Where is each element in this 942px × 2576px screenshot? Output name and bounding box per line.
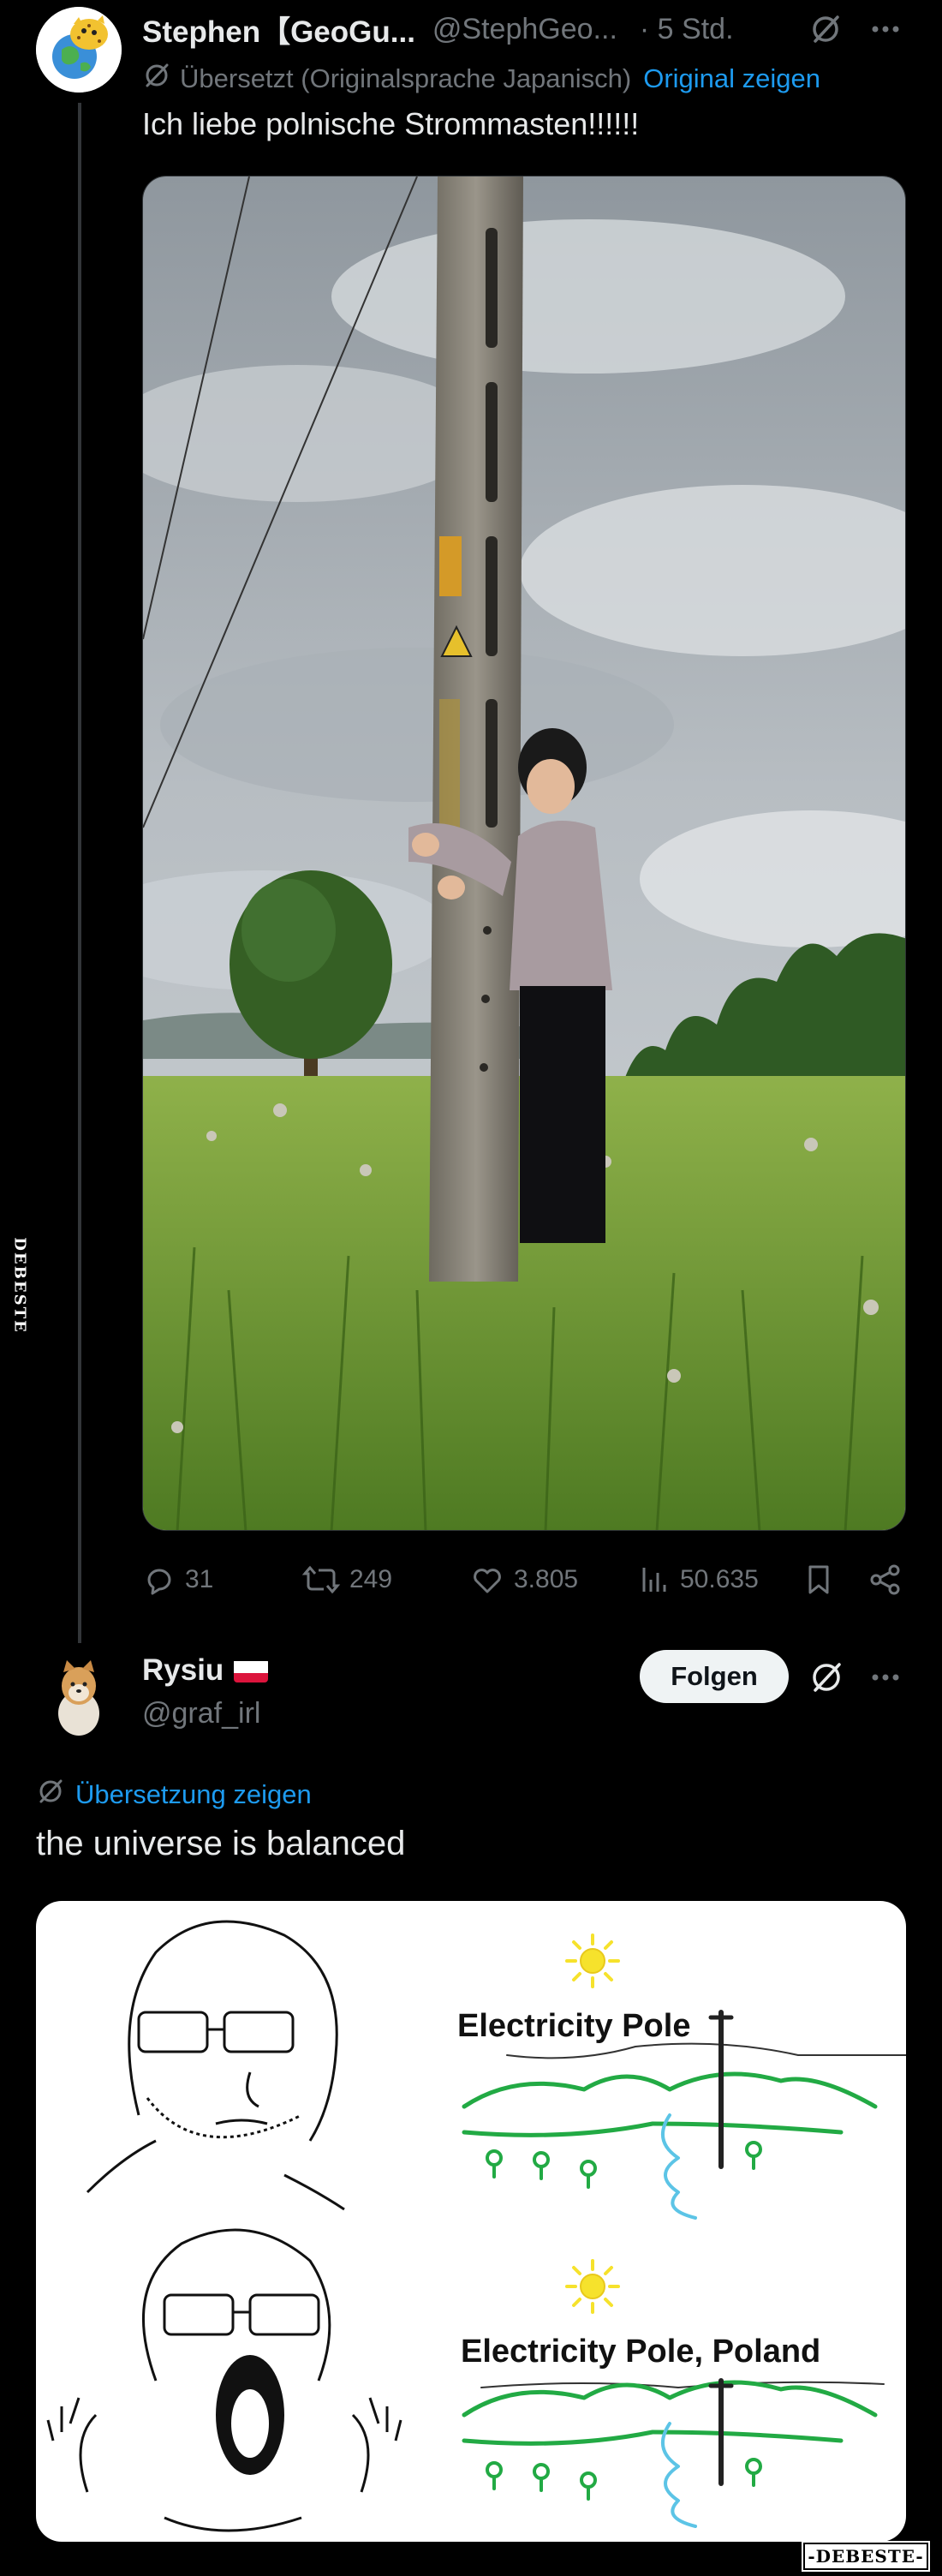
like-button[interactable]: 3.805 xyxy=(469,1557,578,1602)
show-translation-link[interactable]: Übersetzung zeigen xyxy=(75,1779,312,1810)
repost-button[interactable]: 249 xyxy=(301,1557,392,1602)
share-button[interactable] xyxy=(867,1557,913,1602)
grok-icon xyxy=(142,61,171,97)
views-icon xyxy=(637,1563,680,1597)
bookmark-icon xyxy=(802,1563,844,1597)
display-name[interactable]: Rysiu xyxy=(142,1653,224,1688)
views-count: 50.635 xyxy=(680,1565,759,1593)
post-text: Ich liebe polnische Strommasten!!!!!! xyxy=(142,106,640,141)
meme-image[interactable]: Electricity Pole Electricity Pole, Polan… xyxy=(36,1901,906,2542)
views-button[interactable]: 50.635 xyxy=(637,1557,759,1602)
user-handle[interactable]: @StephGeo... xyxy=(432,13,617,46)
reply-button[interactable]: 31 xyxy=(142,1557,213,1602)
display-name[interactable]: Stephen【GeoGu... xyxy=(142,8,415,51)
user-handle[interactable]: @graf_irl xyxy=(142,1697,260,1730)
poland-flag-icon xyxy=(234,1659,269,1682)
repost-count: 249 xyxy=(349,1565,393,1593)
like-icon xyxy=(469,1563,514,1597)
translated-label: Übersetzt (Originalsprache Japanisch) xyxy=(180,63,632,93)
reply-count: 31 xyxy=(185,1565,214,1593)
reply-icon xyxy=(142,1563,185,1597)
side-watermark: DEBESTE xyxy=(10,1236,29,1334)
grok-icon[interactable] xyxy=(808,12,843,46)
avatar-stephen[interactable] xyxy=(36,7,122,93)
post-text: the universe is balanced xyxy=(36,1825,406,1862)
meme-label-top: Electricity Pole xyxy=(457,2008,691,2044)
post2-header: Rysiu xyxy=(142,1652,269,1689)
repost-icon xyxy=(301,1563,349,1597)
translation-note: Übersetzt (Originalsprache Japanisch) Or… xyxy=(142,62,820,96)
more-icon[interactable] xyxy=(868,14,903,45)
post1-header: Stephen【GeoGu... @StephGeo... · 5 Std. xyxy=(142,8,734,51)
bookmark-button[interactable] xyxy=(802,1557,844,1602)
grok-icon[interactable] xyxy=(808,1659,844,1695)
thread-line xyxy=(78,103,81,1643)
post-time[interactable]: · 5 Std. xyxy=(640,13,734,46)
bottom-watermark: -DEBESTE- xyxy=(803,2543,928,2570)
action-bar: 31 249 3.805 50.635 xyxy=(142,1557,906,1602)
show-original-link[interactable]: Original zeigen xyxy=(643,63,820,94)
avatar-rysiu[interactable] xyxy=(36,1652,122,1737)
meme-label-bottom: Electricity Pole, Poland xyxy=(461,2334,821,2370)
more-icon[interactable] xyxy=(868,1662,903,1693)
grok-icon xyxy=(36,1777,65,1813)
show-translation-row[interactable]: Übersetzung zeigen xyxy=(36,1776,312,1814)
share-icon xyxy=(867,1563,913,1597)
follow-button[interactable]: Folgen xyxy=(640,1650,789,1703)
post-photo[interactable] xyxy=(142,176,906,1531)
like-count: 3.805 xyxy=(514,1565,579,1593)
